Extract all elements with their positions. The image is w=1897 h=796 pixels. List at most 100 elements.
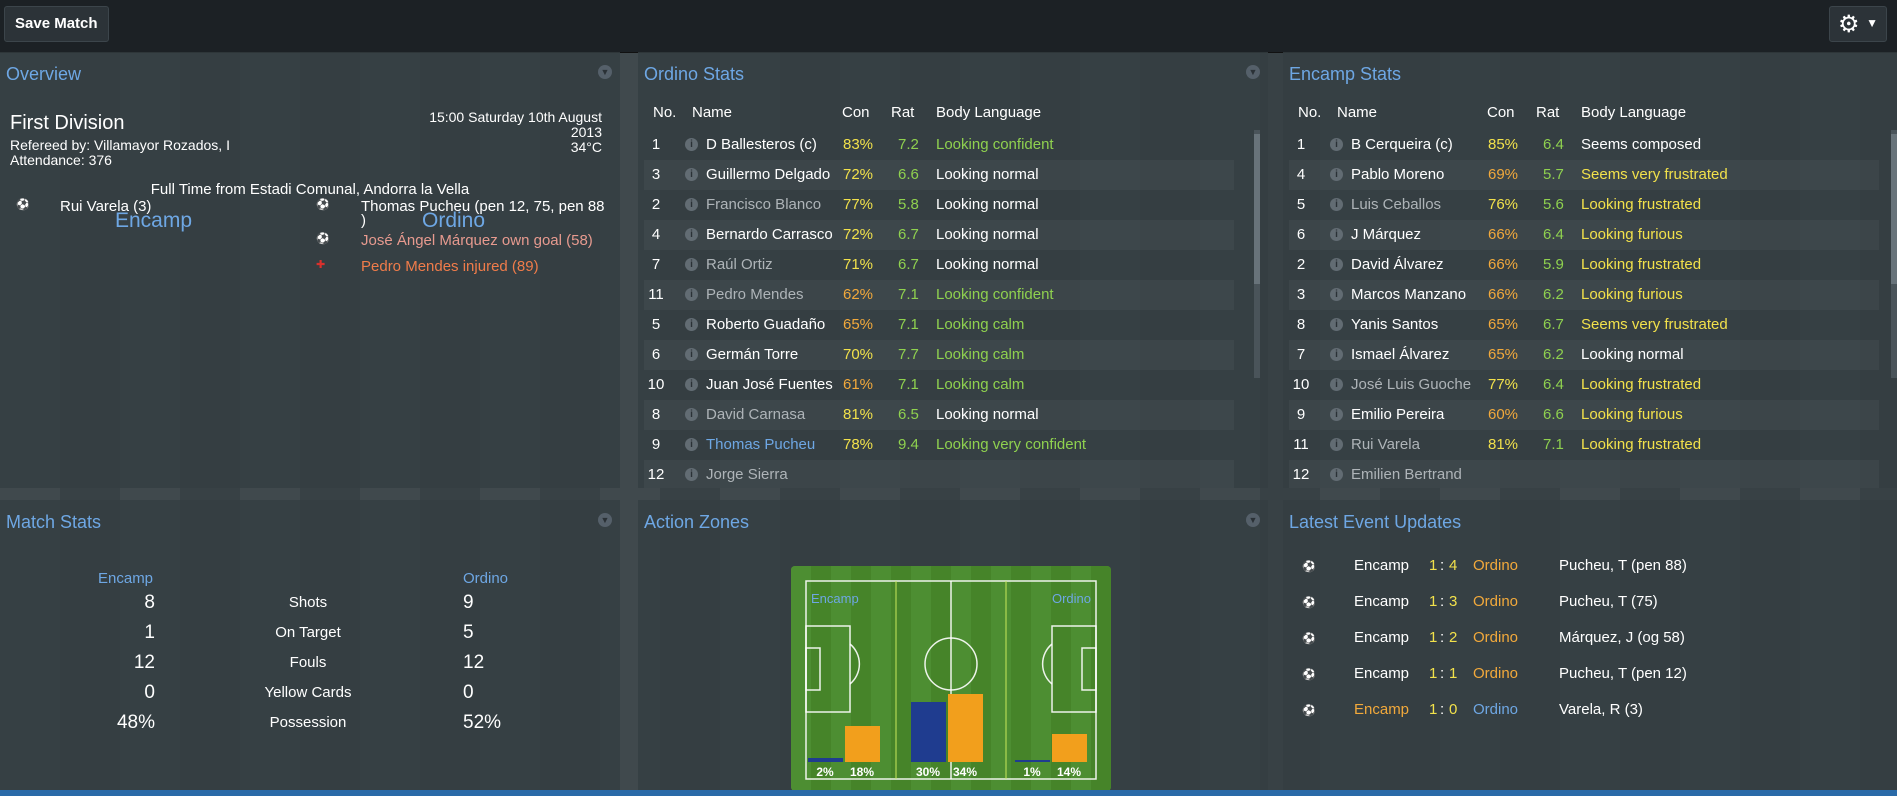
col-con[interactable]: Con — [842, 104, 870, 121]
player-name[interactable]: Germán Torre — [706, 346, 798, 363]
player-name[interactable]: Jorge Sierra — [706, 466, 788, 483]
info-icon[interactable]: i — [1330, 258, 1343, 271]
info-icon[interactable]: i — [1330, 198, 1343, 211]
player-row[interactable]: 1 i D Ballesteros (c) 83% 7.2 Looking confide… — [644, 130, 1234, 160]
player-name[interactable]: David Carnasa — [706, 406, 805, 423]
player-name[interactable]: Pedro Mendes — [706, 286, 804, 303]
player-row[interactable]: 11 i Pedro Mendes 62% 7.1 Looking confident — [644, 280, 1234, 310]
player-row[interactable]: 2 i Francisco Blanco 77% 5.8 Looking normal — [644, 190, 1234, 220]
player-row[interactable]: 5 i Roberto Guadaño 65% 7.1 Looking calm — [644, 310, 1234, 340]
player-row[interactable]: 7 i Ismael Álvarez 65% 6.2 Looking normal — [1289, 340, 1879, 370]
player-row[interactable]: 4 i Bernardo Carrasco 72% 6.7 Looking normal — [644, 220, 1234, 250]
player-name[interactable]: Guillermo Delgado — [706, 166, 830, 183]
info-icon[interactable]: i — [1330, 228, 1343, 241]
player-name[interactable]: J Márquez — [1351, 226, 1421, 243]
top-toolbar: Save Match ⚙ ▼ — [0, 0, 1897, 53]
player-row[interactable]: 6 i Germán Torre 70% 7.7 Looking calm — [644, 340, 1234, 370]
collapse-icon[interactable]: ▼ — [598, 513, 612, 527]
info-icon[interactable]: i — [1330, 168, 1343, 181]
col-body-language[interactable]: Body Language — [1581, 104, 1686, 121]
player-name[interactable]: Rui Varela — [1351, 436, 1420, 453]
player-name[interactable]: Raúl Ortiz — [706, 256, 773, 273]
col-name[interactable]: Name — [692, 104, 732, 121]
player-row[interactable]: 2 i David Álvarez 66% 5.9 Looking frustrated — [1289, 250, 1879, 280]
event-update-row[interactable]: ⚽ Encamp 1:2 Ordino Márquez, J (og 58) — [1283, 629, 1897, 659]
scrollbar[interactable] — [1254, 130, 1260, 378]
info-icon[interactable]: i — [1330, 348, 1343, 361]
col-no[interactable]: No. — [653, 104, 676, 121]
col-no[interactable]: No. — [1298, 104, 1321, 121]
player-name[interactable]: D Ballesteros (c) — [706, 136, 817, 153]
player-row[interactable]: 10 i Juan José Fuentes 61% 7.1 Looking calm — [644, 370, 1234, 400]
player-row[interactable]: 8 i Yanis Santos 65% 6.7 Seems very frustrate… — [1289, 310, 1879, 340]
col-body-language[interactable]: Body Language — [936, 104, 1041, 121]
info-icon[interactable]: i — [685, 378, 698, 391]
info-icon[interactable]: i — [685, 168, 698, 181]
player-row[interactable]: 3 i Guillermo Delgado 72% 6.6 Looking normal — [644, 160, 1234, 190]
player-name[interactable]: Thomas Pucheu — [706, 436, 815, 453]
save-match-button[interactable]: Save Match — [4, 6, 109, 42]
player-name[interactable]: Bernardo Carrasco — [706, 226, 833, 243]
player-row[interactable]: 4 i Pablo Moreno 69% 5.7 Seems very frustrate… — [1289, 160, 1879, 190]
info-icon[interactable]: i — [685, 288, 698, 301]
col-rat[interactable]: Rat — [891, 104, 914, 121]
collapse-icon[interactable]: ▼ — [598, 65, 612, 79]
player-row[interactable]: 11 i Rui Varela 81% 7.1 Looking frustrated — [1289, 430, 1879, 460]
info-icon[interactable]: i — [1330, 378, 1343, 391]
info-icon[interactable]: i — [1330, 288, 1343, 301]
player-row[interactable]: 9 i Emilio Pereira 60% 6.6 Looking furious — [1289, 400, 1879, 430]
player-name[interactable]: Ismael Álvarez — [1351, 346, 1449, 363]
event-update-row[interactable]: ⚽ Encamp 1:4 Ordino Pucheu, T (pen 88) — [1283, 557, 1897, 587]
collapse-icon[interactable]: ▼ — [1246, 513, 1260, 527]
player-row[interactable]: 5 i Luis Ceballos 76% 5.6 Looking frustrated — [1289, 190, 1879, 220]
player-name[interactable]: Emilien Bertrand — [1351, 466, 1462, 483]
player-row[interactable]: 6 i J Márquez 66% 6.4 Looking furious — [1289, 220, 1879, 250]
settings-button[interactable]: ⚙ ▼ — [1829, 6, 1887, 42]
player-row[interactable]: 8 i David Carnasa 81% 6.5 Looking normal — [644, 400, 1234, 430]
player-name[interactable]: Pablo Moreno — [1351, 166, 1444, 183]
player-row[interactable]: 3 i Marcos Manzano 66% 6.2 Looking furious — [1289, 280, 1879, 310]
player-number: 1 — [651, 136, 661, 153]
info-icon[interactable]: i — [1330, 138, 1343, 151]
player-name[interactable]: David Álvarez — [1351, 256, 1444, 273]
event-update-row[interactable]: ⚽ Encamp 1:3 Ordino Pucheu, T (75) — [1283, 593, 1897, 623]
collapse-icon[interactable]: ▼ — [1246, 65, 1260, 79]
scrollbar[interactable] — [1891, 130, 1897, 378]
info-icon[interactable]: i — [685, 468, 698, 481]
info-icon[interactable]: i — [685, 318, 698, 331]
info-icon[interactable]: i — [685, 258, 698, 271]
scrollbar-thumb[interactable] — [1891, 134, 1897, 284]
info-icon[interactable]: i — [685, 198, 698, 211]
player-name[interactable]: Juan José Fuentes — [706, 376, 833, 393]
player-name[interactable]: B Cerqueira (c) — [1351, 136, 1453, 153]
info-icon[interactable]: i — [1330, 438, 1343, 451]
player-row[interactable]: 10 i José Luis Guoche 77% 6.4 Looking frustra… — [1289, 370, 1879, 400]
player-row[interactable]: 12 i Jorge Sierra — [644, 460, 1234, 488]
player-row[interactable]: 7 i Raúl Ortiz 71% 6.7 Looking normal — [644, 250, 1234, 280]
col-con[interactable]: Con — [1487, 104, 1515, 121]
scrollbar-thumb[interactable] — [1254, 134, 1260, 284]
player-name[interactable]: Roberto Guadaño — [706, 316, 825, 333]
player-row[interactable]: 9 i Thomas Pucheu 78% 9.4 Looking very confid… — [644, 430, 1234, 460]
info-icon[interactable]: i — [685, 228, 698, 241]
player-name[interactable]: Emilio Pereira — [1351, 406, 1444, 423]
event-update-row[interactable]: ⚽ Encamp 1:0 Ordino Varela, R (3) — [1283, 701, 1897, 731]
info-icon[interactable]: i — [1330, 408, 1343, 421]
info-icon[interactable]: i — [685, 138, 698, 151]
info-icon[interactable]: i — [685, 408, 698, 421]
col-rat[interactable]: Rat — [1536, 104, 1559, 121]
col-name[interactable]: Name — [1337, 104, 1377, 121]
info-icon[interactable]: i — [1330, 468, 1343, 481]
player-row[interactable]: 1 i B Cerqueira (c) 85% 6.4 Seems composed — [1289, 130, 1879, 160]
player-row[interactable]: 12 i Emilien Bertrand — [1289, 460, 1879, 488]
info-icon[interactable]: i — [685, 348, 698, 361]
info-icon[interactable]: i — [1330, 318, 1343, 331]
player-name[interactable]: José Luis Guoche — [1351, 376, 1471, 393]
player-name[interactable]: Marcos Manzano — [1351, 286, 1466, 303]
event-score-separator: : — [1440, 557, 1445, 574]
player-name[interactable]: Francisco Blanco — [706, 196, 821, 213]
event-update-row[interactable]: ⚽ Encamp 1:1 Ordino Pucheu, T (pen 12) — [1283, 665, 1897, 695]
player-name[interactable]: Yanis Santos — [1351, 316, 1438, 333]
info-icon[interactable]: i — [685, 438, 698, 451]
player-name[interactable]: Luis Ceballos — [1351, 196, 1441, 213]
